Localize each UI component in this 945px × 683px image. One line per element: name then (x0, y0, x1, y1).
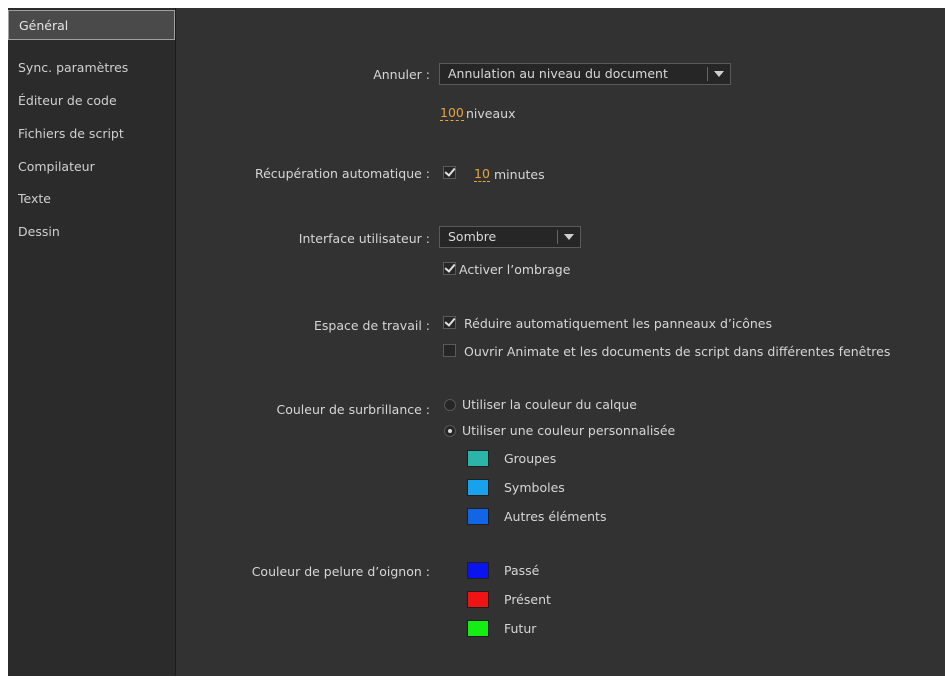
ui-theme-select[interactable]: Sombre (439, 226, 581, 248)
future-color-swatch[interactable] (467, 620, 489, 637)
use-custom-color-radio[interactable] (444, 425, 456, 437)
past-color-label: Passé (504, 563, 540, 578)
ui-theme-label: Interface utilisateur : (298, 231, 430, 246)
autorecovery-checkbox[interactable] (443, 166, 456, 179)
separate-windows-checkbox[interactable] (443, 344, 456, 357)
ui-theme-value: Sombre (448, 229, 497, 244)
undo-levels-unit: niveaux (466, 106, 516, 121)
select-separator (707, 67, 708, 81)
sidebar-item-general[interactable]: Général (8, 10, 175, 40)
undo-levels-value[interactable]: 100 (440, 106, 464, 121)
onion-skin-color-label: Couleur de pelure d’oignon : (251, 564, 430, 579)
sidebar-item-text[interactable]: Texte (8, 184, 173, 214)
auto-collapse-panels-label: Réduire automatiquement les panneaux d’i… (464, 316, 772, 331)
present-color-swatch[interactable] (467, 591, 489, 608)
autorecovery-label: Récupération automatique : (254, 166, 430, 181)
chevron-down-icon (714, 71, 724, 77)
highlight-color-label: Couleur de surbrillance : (276, 402, 431, 417)
autorecovery-minutes-unit: minutes (494, 167, 545, 182)
enable-shading-checkbox[interactable] (443, 262, 456, 275)
use-layer-color-radio[interactable] (444, 399, 456, 411)
present-color-label: Présent (504, 592, 551, 607)
select-separator (557, 230, 558, 244)
symbols-color-label: Symboles (504, 480, 565, 495)
other-elements-color-label: Autres éléments (504, 509, 607, 524)
auto-collapse-panels-checkbox[interactable] (443, 316, 456, 329)
past-color-swatch[interactable] (467, 562, 489, 579)
use-custom-color-label: Utiliser une couleur personnalisée (462, 423, 676, 438)
undo-label: Annuler : (373, 67, 430, 82)
sidebar-item-code-editor[interactable]: Éditeur de code (8, 86, 173, 116)
sidebar-item-script-files[interactable]: Fichiers de script (8, 119, 173, 149)
other-elements-color-swatch[interactable] (467, 508, 489, 525)
groups-color-label: Groupes (504, 451, 557, 466)
enable-shading-label: Activer l’ombrage (459, 262, 571, 277)
future-color-label: Futur (504, 621, 537, 636)
groups-color-swatch[interactable] (467, 450, 489, 467)
separate-windows-label: Ouvrir Animate et les documents de scrip… (464, 344, 891, 359)
symbols-color-swatch[interactable] (467, 479, 489, 496)
workspace-label: Espace de travail : (313, 318, 430, 333)
chevron-down-icon (564, 234, 574, 240)
undo-mode-select[interactable]: Annulation au niveau du document (439, 63, 731, 85)
autorecovery-minutes-value[interactable]: 10 (474, 167, 490, 182)
use-layer-color-label: Utiliser la couleur du calque (462, 397, 637, 412)
undo-mode-value: Annulation au niveau du document (448, 66, 668, 81)
